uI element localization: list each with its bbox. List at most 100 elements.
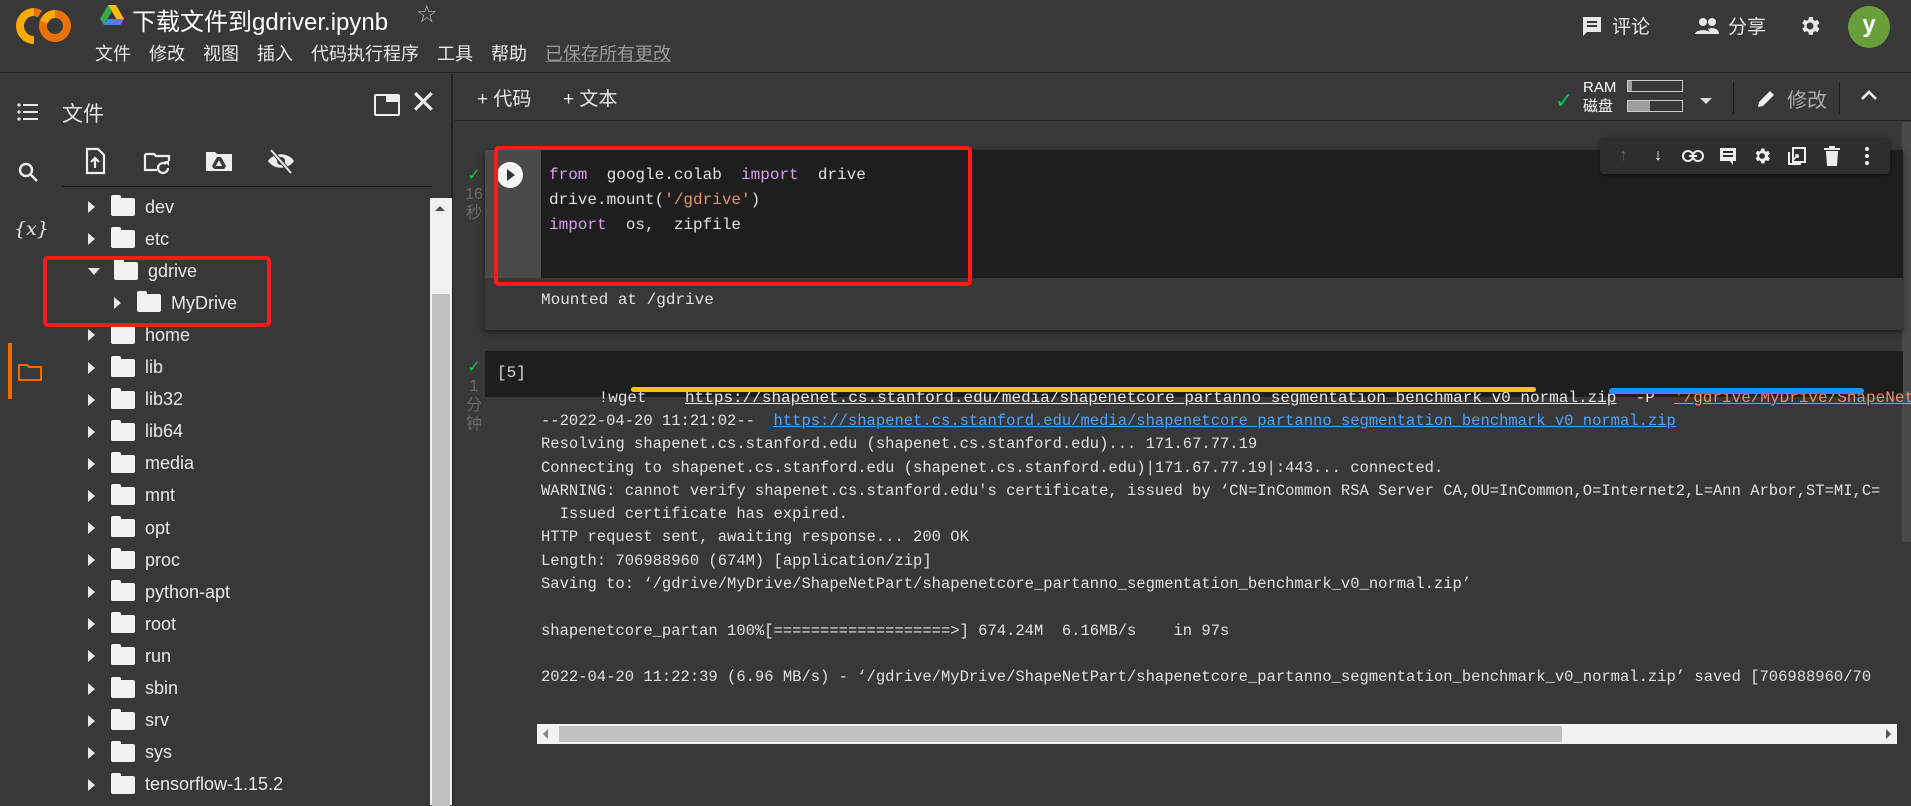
caret-right-icon[interactable]: [88, 361, 95, 374]
caret-right-icon[interactable]: [88, 746, 95, 759]
open-in-tab-icon[interactable]: [374, 94, 400, 116]
tree-item-label: srv: [145, 710, 169, 731]
comment-button[interactable]: 评论: [1580, 12, 1650, 39]
tree-item-proc[interactable]: proc: [88, 545, 180, 575]
folder-icon: [111, 195, 135, 216]
scroll-up-arrow[interactable]: [435, 206, 445, 211]
tree-item-python-apt[interactable]: python-apt: [88, 577, 230, 607]
link-icon[interactable]: [1681, 144, 1705, 168]
caret-right-icon[interactable]: [88, 457, 95, 470]
caret-right-icon[interactable]: [88, 618, 95, 631]
caret-right-icon[interactable]: [88, 554, 95, 567]
menu-file[interactable]: 文件: [95, 40, 131, 66]
colab-logo[interactable]: [14, 4, 74, 48]
tree-item-lib64[interactable]: lib64: [88, 417, 183, 447]
more-icon[interactable]: [1855, 144, 1879, 168]
menu-runtime[interactable]: 代码执行程序: [311, 40, 419, 66]
tree-item-srv[interactable]: srv: [88, 706, 169, 736]
tree-item-run[interactable]: run: [88, 641, 171, 671]
refresh-icon[interactable]: [142, 146, 172, 176]
notebook-toolbar: + 代码 + 文本 ✓ RAM 磁盘 修改: [455, 74, 1911, 121]
folder-icon[interactable]: [16, 358, 44, 386]
output-link[interactable]: https://shapenet.cs.stanford.edu/media/s…: [774, 412, 1676, 430]
menu-help[interactable]: 帮助: [491, 40, 527, 66]
tree-item-media[interactable]: media: [88, 449, 194, 479]
caret-right-icon[interactable]: [88, 586, 95, 599]
scrollbar-thumb[interactable]: [432, 294, 450, 806]
tree-item-tensorflow-1.15.2[interactable]: tensorflow-1.15.2: [88, 770, 283, 800]
chevron-down-icon[interactable]: [1700, 98, 1712, 104]
settings-button[interactable]: [1798, 14, 1822, 38]
folder-icon: [111, 580, 135, 602]
tree-item-label: etc: [145, 228, 170, 249]
caret-right-icon[interactable]: [88, 201, 95, 213]
tree-item-lib[interactable]: lib: [88, 353, 163, 383]
notebook-scrollbar[interactable]: [1902, 122, 1911, 542]
upload-icon[interactable]: [80, 146, 110, 176]
edit-label: 修改: [1787, 90, 1827, 112]
variables-icon[interactable]: {x}: [14, 218, 49, 246]
tree-scrollbar[interactable]: [430, 198, 452, 806]
output-prefix: --2022-04-20 11:21:02--: [541, 412, 774, 430]
scrollbar-thumb[interactable]: [559, 726, 1562, 742]
execution-count: [5]: [497, 364, 526, 382]
resource-monitor[interactable]: RAM 磁盘: [1583, 78, 1616, 116]
tree-item-sys[interactable]: sys: [88, 738, 172, 768]
menu-edit[interactable]: 修改: [149, 40, 185, 66]
tree-item-label: lib32: [145, 389, 184, 410]
caret-right-icon[interactable]: [88, 714, 95, 727]
move-down-icon[interactable]: ↓: [1646, 144, 1670, 168]
tree-item-etc[interactable]: etc: [88, 224, 169, 254]
caret-right-icon[interactable]: [88, 650, 95, 663]
output-line: Connecting to shapenet.cs.stanford.edu (…: [541, 458, 1444, 477]
save-status[interactable]: 已保存所有更改: [545, 40, 671, 66]
caret-right-icon[interactable]: [88, 425, 95, 438]
notebook-title[interactable]: 下载文件到gdriver.ipynb: [132, 2, 388, 37]
caret-right-icon[interactable]: [88, 522, 95, 534]
tree-item-dev[interactable]: dev: [88, 192, 174, 222]
caret-right-icon[interactable]: [88, 489, 95, 502]
people-icon: [1695, 17, 1719, 34]
caret-right-icon[interactable]: [88, 233, 95, 246]
table-of-contents-icon[interactable]: [14, 98, 42, 126]
gear-icon: [1802, 17, 1820, 35]
search-icon[interactable]: [14, 158, 42, 186]
tree-item-mnt[interactable]: mnt: [88, 481, 175, 511]
caret-right-icon[interactable]: [88, 682, 95, 695]
comment-label: 评论: [1612, 17, 1651, 38]
hide-icon[interactable]: [266, 146, 296, 176]
caret-right-icon[interactable]: [88, 329, 95, 342]
tree-item-label: lib: [145, 357, 164, 377]
caret-right-icon[interactable]: [88, 778, 95, 791]
tree-item-opt[interactable]: opt: [88, 513, 170, 543]
chevron-up-icon[interactable]: [1859, 86, 1879, 106]
scroll-left-arrow[interactable]: [543, 729, 548, 739]
avatar[interactable]: y: [1848, 6, 1890, 48]
edit-button[interactable]: 修改: [1755, 84, 1827, 113]
caret-right-icon[interactable]: [88, 393, 95, 406]
tree-item-label: lib64: [145, 421, 184, 442]
close-icon[interactable]: ✕: [410, 86, 437, 118]
share-button[interactable]: 分享: [1694, 12, 1766, 39]
delete-icon[interactable]: [1820, 144, 1844, 168]
tree-item-sbin[interactable]: sbin: [88, 674, 178, 704]
settings-icon[interactable]: [1750, 144, 1774, 168]
comment-icon[interactable]: [1716, 144, 1740, 168]
add-text-button[interactable]: + 文本: [563, 84, 617, 111]
mirror-cell-icon[interactable]: [1785, 144, 1809, 168]
move-up-icon[interactable]: ↑: [1611, 144, 1635, 168]
menu-insert[interactable]: 插入: [257, 40, 293, 66]
google-drive-icon[interactable]: [100, 4, 124, 26]
output-line: 2022-04-20 11:22:39 (6.96 MB/s) - ‘/gdri…: [541, 668, 1872, 687]
ram-label: RAM: [1583, 79, 1617, 96]
output-horizontal-scrollbar[interactable]: [537, 724, 1897, 744]
add-code-button[interactable]: + 代码: [477, 84, 531, 111]
tree-item-root[interactable]: root: [88, 609, 176, 639]
mount-drive-icon[interactable]: [204, 146, 234, 176]
tree-item-lib32[interactable]: lib32: [88, 385, 183, 415]
menu-tools[interactable]: 工具: [437, 40, 473, 66]
scroll-right-arrow[interactable]: [1886, 729, 1891, 739]
folder-icon: [111, 227, 135, 249]
menu-view[interactable]: 视图: [203, 40, 239, 66]
star-icon[interactable]: ☆: [416, 0, 438, 29]
